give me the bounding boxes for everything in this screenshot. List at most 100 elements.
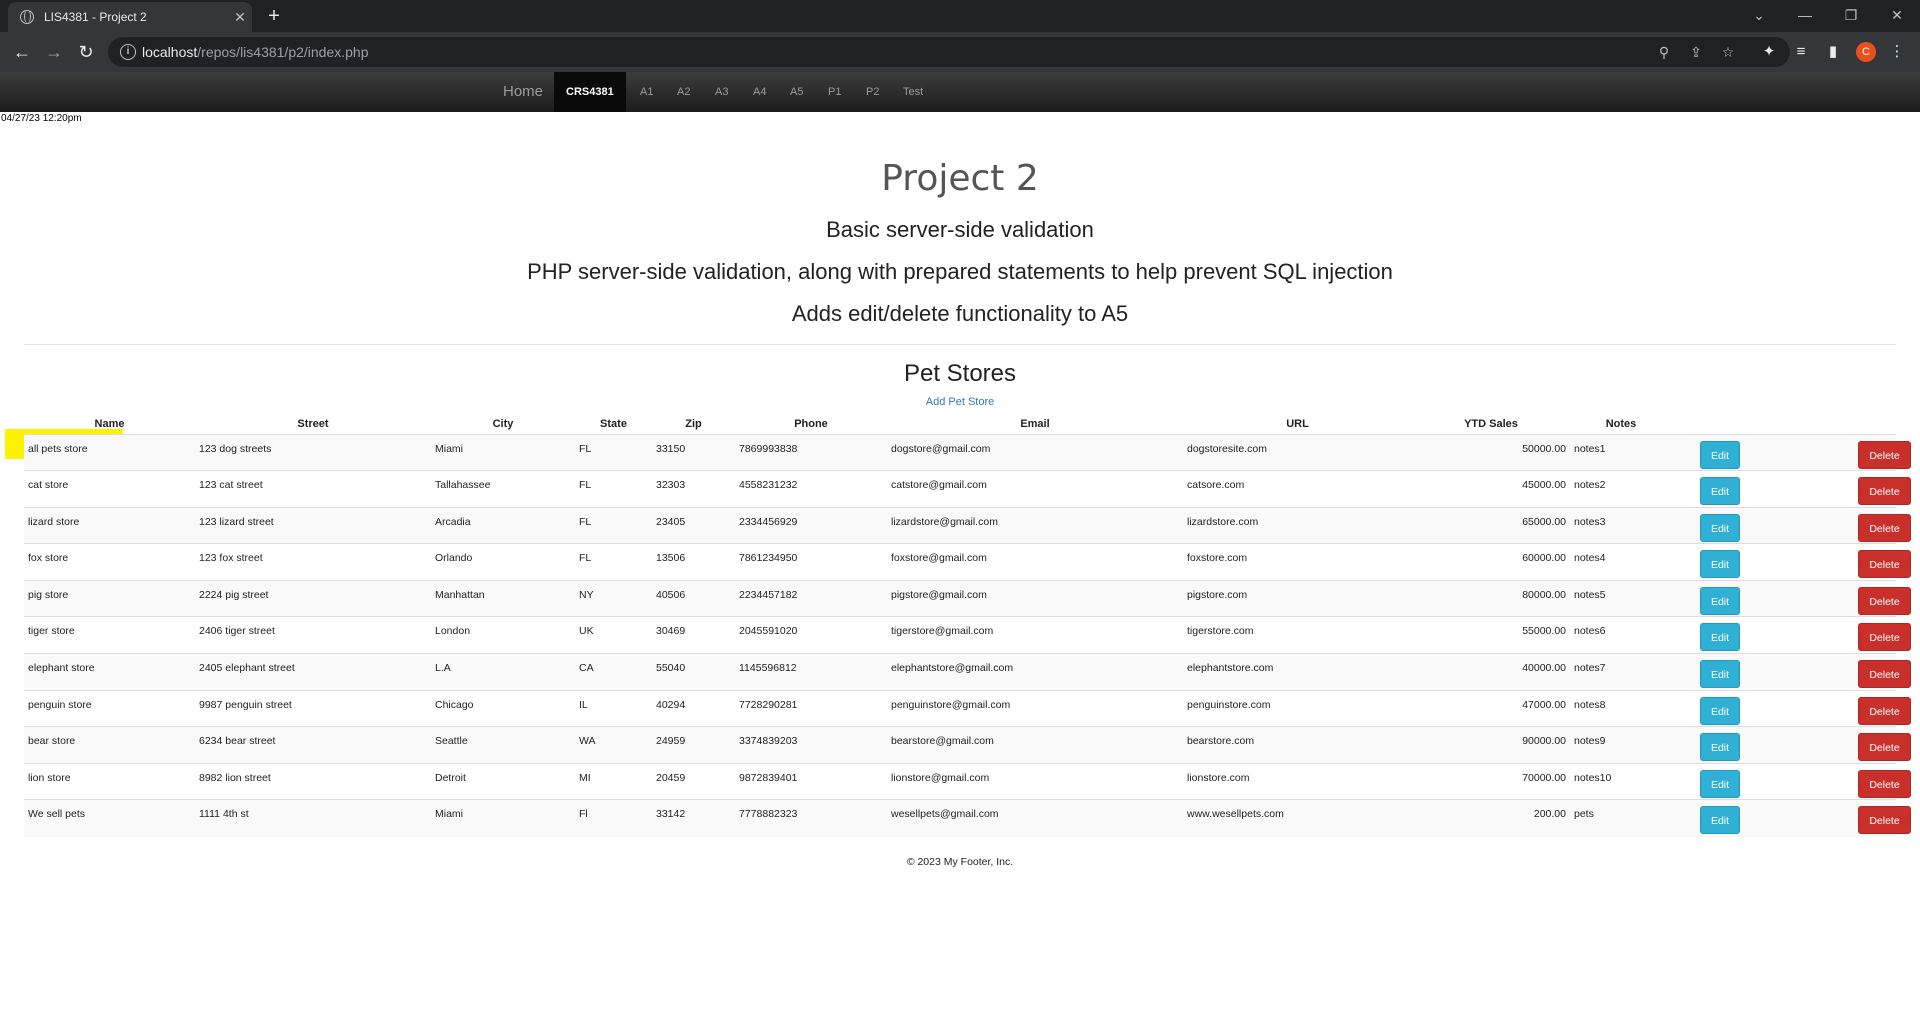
- delete-button[interactable]: Delete: [1858, 696, 1911, 725]
- edit-button[interactable]: Edit: [1700, 696, 1740, 725]
- nav-a1[interactable]: A1: [640, 72, 653, 112]
- timestamp: 04/27/23 12:20pm: [1, 113, 82, 124]
- edit-button[interactable]: Edit: [1700, 513, 1740, 542]
- nav-p2[interactable]: P2: [866, 72, 879, 112]
- cell-ytd-sales: 45000.00: [1412, 470, 1570, 508]
- close-window-button[interactable]: ✕: [1874, 0, 1920, 32]
- delete-button[interactable]: Delete: [1858, 623, 1911, 652]
- cell-ytd-sales: 200.00: [1412, 799, 1570, 837]
- cell-ytd-sales: 55000.00: [1412, 616, 1570, 654]
- column-header: Email: [887, 414, 1183, 435]
- cell-ytd-sales: 90000.00: [1412, 726, 1570, 764]
- nav-a3[interactable]: A3: [715, 72, 728, 112]
- site-info-icon[interactable]: i: [120, 44, 136, 60]
- cell-url: tigerstore.com: [1183, 616, 1412, 654]
- cell-store-name: pig store: [24, 579, 195, 617]
- cell-email: penguinstore@gmail.com: [887, 689, 1183, 727]
- cell-email: bearstore@gmail.com: [887, 726, 1183, 764]
- cell-notes: notes3: [1570, 506, 1672, 544]
- media-control-icon[interactable]: ≡: [1790, 42, 1812, 62]
- page-title: Project 2: [881, 158, 1039, 199]
- cell-store-name: lion store: [24, 762, 195, 800]
- nav-p1[interactable]: P1: [828, 72, 841, 112]
- cell-street: 9987 penguin street: [195, 689, 431, 727]
- nav-a5[interactable]: A5: [790, 72, 803, 112]
- cell-email: pigstore@gmail.com: [887, 579, 1183, 617]
- delete-button[interactable]: Delete: [1858, 440, 1911, 469]
- extensions-icon[interactable]: ✦: [1758, 42, 1780, 62]
- cell-phone: 1145596812: [735, 653, 887, 691]
- column-header: State: [575, 414, 652, 435]
- delete-button[interactable]: Delete: [1858, 769, 1911, 798]
- delete-button[interactable]: Delete: [1858, 550, 1911, 579]
- site-navbar: Home CRS4381 A1 A2 A3 A4 A5 P1 P2 Test: [0, 72, 1920, 112]
- cell-street: 1111 4th st: [195, 799, 431, 837]
- close-tab-icon[interactable]: ✕: [228, 9, 252, 26]
- edit-button[interactable]: Edit: [1700, 550, 1740, 579]
- cell-phone: 2334456929: [735, 506, 887, 544]
- cell-url: pigstore.com: [1183, 579, 1412, 617]
- table-row: penguin store 9987 penguin street Chicago I…: [24, 689, 1911, 727]
- edit-button[interactable]: Edit: [1700, 806, 1740, 835]
- cell-url: bearstore.com: [1183, 726, 1412, 764]
- cell-store-name: fox store: [24, 543, 195, 581]
- cell-url: foxstore.com: [1183, 543, 1412, 581]
- cell-notes: notes10: [1570, 762, 1672, 800]
- new-tab-button[interactable]: +: [260, 4, 288, 30]
- forward-button[interactable]: →: [40, 40, 68, 64]
- cell-street: 6234 bear street: [195, 726, 431, 764]
- cell-ytd-sales: 65000.00: [1412, 506, 1570, 544]
- tab-search-icon[interactable]: ⌄: [1736, 0, 1782, 32]
- address-bar[interactable]: i localhost/repos/lis4381/p2/index.php ⚲…: [108, 37, 1790, 67]
- cell-phone: 7869993838: [735, 433, 887, 471]
- delete-cell: Delete: [1770, 470, 1911, 508]
- cell-city: Tallahassee: [431, 470, 575, 508]
- cell-url: www.wesellpets.com: [1183, 799, 1412, 837]
- cell-notes: notes5: [1570, 579, 1672, 617]
- side-panel-icon[interactable]: ▮: [1822, 42, 1844, 62]
- table-row: fox store 123 fox street Orlando FL 13506 786…: [24, 543, 1911, 581]
- nav-home[interactable]: Home: [503, 72, 543, 112]
- edit-button[interactable]: Edit: [1700, 769, 1740, 798]
- browser-toolbar: ← → ↻ i localhost/repos/lis4381/p2/index…: [0, 32, 1920, 72]
- cell-street: 123 fox street: [195, 543, 431, 581]
- nav-test[interactable]: Test: [903, 72, 923, 112]
- edit-button[interactable]: Edit: [1700, 477, 1740, 506]
- delete-cell: Delete: [1770, 543, 1911, 581]
- edit-cell: Edit: [1672, 506, 1770, 544]
- edit-button[interactable]: Edit: [1700, 440, 1740, 469]
- edit-button[interactable]: Edit: [1700, 623, 1740, 652]
- cell-city: Chicago: [431, 689, 575, 727]
- delete-button[interactable]: Delete: [1858, 477, 1911, 506]
- bookmark-star-icon[interactable]: ☆: [1718, 43, 1738, 61]
- cell-zip: 20459: [652, 762, 735, 800]
- share-icon[interactable]: ⇪: [1686, 43, 1706, 61]
- menu-kebab-icon[interactable]: ⋮: [1886, 42, 1908, 62]
- zoom-icon[interactable]: ⚲: [1654, 43, 1674, 61]
- table-row: bear store 6234 bear street Seattle WA 24959…: [24, 726, 1911, 764]
- back-button[interactable]: ←: [8, 40, 36, 64]
- minimize-button[interactable]: —: [1782, 0, 1828, 32]
- reload-button[interactable]: ↻: [72, 40, 100, 64]
- delete-cell: Delete: [1770, 616, 1911, 654]
- restore-button[interactable]: ❐: [1828, 0, 1874, 32]
- profile-avatar[interactable]: C: [1856, 42, 1876, 62]
- delete-cell: Delete: [1770, 579, 1911, 617]
- delete-button[interactable]: Delete: [1858, 586, 1911, 615]
- edit-button[interactable]: Edit: [1700, 586, 1740, 615]
- column-header: Phone: [735, 414, 887, 435]
- delete-cell: Delete: [1770, 762, 1911, 800]
- nav-a4[interactable]: A4: [753, 72, 766, 112]
- cell-street: 123 lizard street: [195, 506, 431, 544]
- delete-button[interactable]: Delete: [1858, 733, 1911, 762]
- delete-button[interactable]: Delete: [1858, 513, 1911, 542]
- edit-button[interactable]: Edit: [1700, 733, 1740, 762]
- cell-email: dogstore@gmail.com: [887, 433, 1183, 471]
- cell-street: 2405 elephant street: [195, 653, 431, 691]
- edit-button[interactable]: Edit: [1700, 660, 1740, 689]
- nav-crs4381[interactable]: CRS4381: [554, 72, 626, 112]
- delete-button[interactable]: Delete: [1858, 806, 1911, 835]
- delete-button[interactable]: Delete: [1858, 660, 1911, 689]
- nav-a2[interactable]: A2: [677, 72, 690, 112]
- browser-tab[interactable]: LIS4381 - Project 2 ✕: [8, 2, 252, 32]
